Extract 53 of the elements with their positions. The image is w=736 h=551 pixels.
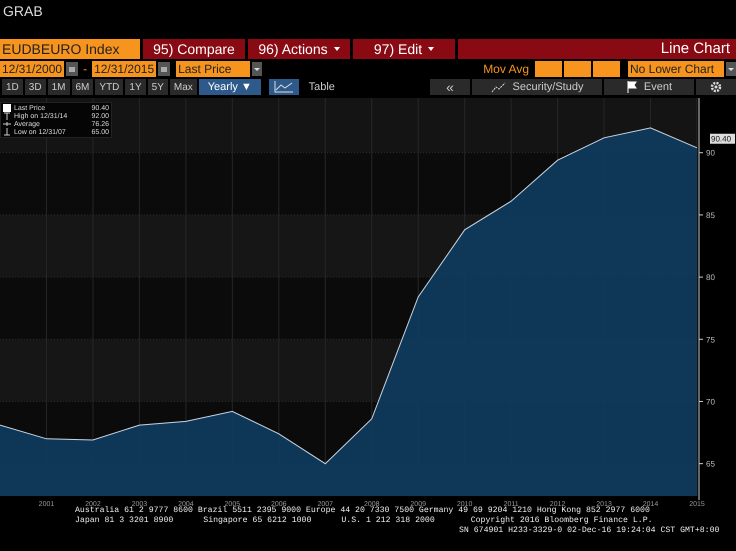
menu-button[interactable]: 95) Compare: [143, 39, 245, 59]
start-date-field[interactable]: 12/31/2000: [0, 60, 64, 76]
period-button[interactable]: 3D: [24, 79, 46, 95]
mov-avg-label: Mov Avg: [483, 62, 529, 76]
calendar-icon[interactable]: [158, 62, 170, 76]
y-tick-label: 65: [706, 460, 715, 469]
session-info: SN 674901 H233-3329-0 02-Dec-16 19:24:04 CST GMT+8:00: [459, 526, 720, 536]
footer-text: Singapore 65 6212 1000: [203, 516, 312, 526]
calendar-icon[interactable]: [66, 62, 78, 76]
event-button[interactable]: Event: [604, 79, 694, 95]
date-separator: -: [82, 62, 88, 76]
period-button[interactable]: Max: [170, 79, 197, 95]
collapse-button[interactable]: «: [430, 79, 470, 95]
y-tick-label: 85: [706, 210, 715, 220]
mov-avg-field[interactable]: [535, 60, 562, 76]
chart-type-label: Line Chart: [458, 39, 736, 59]
y-tick-label: 80: [706, 273, 715, 282]
mov-avg-field[interactable]: [564, 60, 591, 76]
window-title: GRAB: [3, 3, 43, 19]
period-button[interactable]: 1Y: [125, 79, 146, 95]
lower-chart-dropdown[interactable]: No Lower Chart: [628, 60, 724, 76]
high-marker-icon: [3, 112, 11, 120]
average-marker-icon: [3, 120, 11, 128]
line-chart-tab[interactable]: [268, 79, 299, 95]
contact-numbers: Australia 61 2 9777 8600 Brazil 5511 2395 9000 Europe 44 20 7330 7500 Germany 49 69 9204 1210 Hong Kong 852 2977 6000: [75, 506, 651, 516]
menu-button[interactable]: 96) Actions: [248, 39, 350, 59]
period-button[interactable]: 1D: [2, 79, 23, 95]
y-tick-label: 70: [706, 397, 715, 406]
settings-button[interactable]: [696, 79, 736, 95]
security-study-button[interactable]: Security/Study: [472, 79, 602, 95]
footer-text: U.S. 1 212 318 2000: [341, 516, 435, 526]
low-marker-icon: [3, 128, 11, 136]
swatch-icon: [3, 104, 11, 112]
dropdown-icon[interactable]: [726, 62, 736, 76]
period-button[interactable]: 1M: [48, 79, 70, 95]
y-tick-label: 90: [706, 148, 715, 158]
y-tick-label: 75: [706, 335, 715, 344]
period-button[interactable]: 5Y: [148, 79, 168, 95]
field-dropdown[interactable]: Last Price: [176, 60, 250, 76]
settings-icon: [710, 81, 722, 93]
ticker-field[interactable]: EUDBEURO Index: [0, 39, 140, 59]
footer-text: Copyright 2016 Bloomberg Finance L.P.: [470, 516, 653, 526]
dropdown-icon[interactable]: [252, 62, 262, 76]
mov-avg-field[interactable]: [593, 60, 620, 76]
last-value-badge: 90.40: [710, 134, 735, 144]
end-date-field[interactable]: 12/31/2015: [92, 60, 156, 76]
study-icon: [490, 81, 507, 93]
frequency-dropdown[interactable]: Yearly ▼: [198, 79, 261, 95]
menu-button[interactable]: 97) Edit: [353, 39, 455, 59]
period-button[interactable]: YTD: [95, 79, 124, 95]
flag-icon: [626, 81, 638, 93]
period-button[interactable]: 6M: [72, 79, 94, 95]
footer-text: Japan 81 3 3201 8900: [75, 516, 174, 526]
